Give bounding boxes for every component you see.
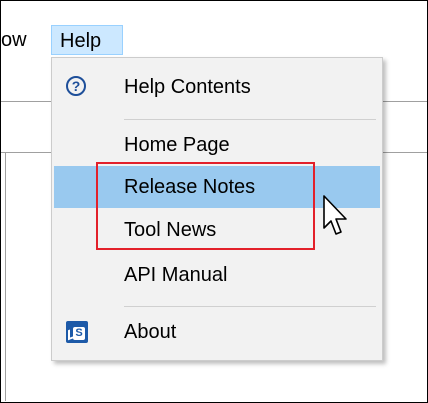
app-logo-letter: S <box>73 327 85 340</box>
mouse-pointer-icon <box>323 195 347 235</box>
annotation-highlight-box <box>96 162 315 250</box>
menubar-item-window[interactable]: ow <box>1 25 39 55</box>
panel-divider <box>5 152 6 401</box>
menubar-item-help[interactable]: Help <box>51 25 123 55</box>
panel-divider <box>1 101 51 102</box>
menu-item-label: API Manual <box>124 264 228 286</box>
panel-divider <box>382 152 427 153</box>
menu-separator <box>124 306 376 307</box>
menu-item-label: About <box>124 321 177 343</box>
menu-item-api-manual[interactable]: API Manual <box>54 254 380 296</box>
menu-item-about[interactable]: S About <box>54 311 380 353</box>
menu-item-label: Home Page <box>124 134 230 156</box>
app-logo-icon: S <box>66 321 88 343</box>
menu-item-help-contents[interactable]: ? Help Contents <box>54 66 380 108</box>
menu-item-home-page[interactable]: Home Page <box>54 124 380 166</box>
menu-separator <box>124 119 376 120</box>
help-circle-icon: ? <box>66 76 86 96</box>
panel-divider <box>1 152 51 153</box>
panel-divider <box>382 101 427 102</box>
menu-item-label: Help Contents <box>124 76 251 98</box>
menubar: ow Help <box>1 1 427 56</box>
